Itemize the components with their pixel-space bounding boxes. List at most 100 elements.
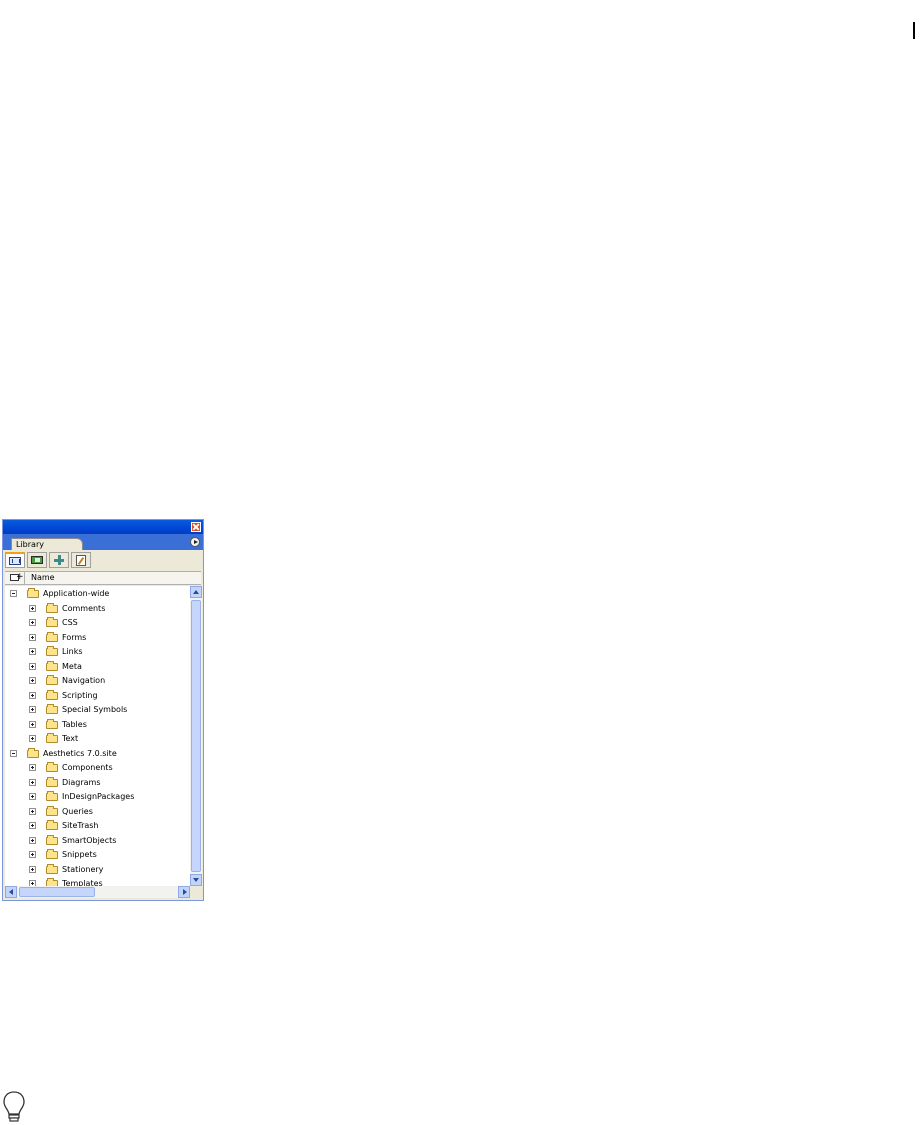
expand-icon[interactable] xyxy=(29,735,36,742)
tree-folder-item[interactable]: Meta xyxy=(5,660,190,674)
expand-icon[interactable] xyxy=(29,633,36,641)
tree-folder-item[interactable]: SmartObjects xyxy=(5,834,190,848)
folder-icon xyxy=(46,733,58,743)
collapse-icon[interactable] xyxy=(10,590,17,597)
expand-icon[interactable] xyxy=(29,778,36,786)
tree-header: Name xyxy=(5,571,201,585)
scroll-right-arrow-icon[interactable] xyxy=(178,886,190,898)
tree-item-label: Aesthetics 7.0.site xyxy=(43,748,117,758)
code-snippets-icon xyxy=(9,557,21,565)
expand-icon[interactable] xyxy=(29,836,36,844)
close-icon[interactable] xyxy=(191,522,201,532)
tree-folder-item[interactable]: Comments xyxy=(5,602,190,616)
page-edge-rule xyxy=(913,22,915,39)
panel-titlebar[interactable] xyxy=(3,520,203,534)
expand-icon[interactable] xyxy=(29,793,36,800)
scroll-up-arrow-icon[interactable] xyxy=(190,586,202,598)
expand-icon[interactable] xyxy=(29,677,36,684)
expand-icon[interactable] xyxy=(29,648,36,655)
folder-icon xyxy=(46,805,58,816)
tree-item-label: Links xyxy=(62,647,83,656)
tree-item-label: Tables xyxy=(62,719,87,729)
folder-icon xyxy=(46,689,58,700)
tree-folder-item[interactable]: Text xyxy=(5,732,190,746)
expand-icon[interactable] xyxy=(29,619,36,626)
collapse-icon[interactable] xyxy=(10,749,17,757)
column-header-name[interactable]: Name xyxy=(31,572,55,584)
scroll-left-arrow-icon[interactable] xyxy=(5,886,17,898)
tab-library[interactable]: Library xyxy=(11,538,83,550)
folder-icon xyxy=(46,762,58,772)
folder-icon xyxy=(46,791,58,801)
tree-item-label: Snippets xyxy=(62,850,97,859)
expand-icon[interactable] xyxy=(29,604,36,612)
tree-item-label: Scripting xyxy=(62,690,98,700)
tree-folder-item[interactable]: Components xyxy=(5,761,190,775)
vertical-scroll-thumb[interactable] xyxy=(191,600,201,872)
panel-menu-icon[interactable] xyxy=(190,537,200,547)
tree-folder-item[interactable]: Links xyxy=(5,645,190,659)
vertical-scrollbar[interactable] xyxy=(190,586,202,886)
code-snippets-tab[interactable] xyxy=(5,552,25,568)
library-category-tabs xyxy=(5,552,201,570)
scroll-down-arrow-icon[interactable] xyxy=(190,874,202,886)
images-tab[interactable] xyxy=(27,552,47,568)
expand-icon[interactable] xyxy=(29,807,36,815)
tree-item-label: InDesignPackages xyxy=(62,792,135,801)
tree-folder-item[interactable]: Templates xyxy=(5,877,190,886)
tree-folder-item[interactable]: SiteTrash xyxy=(5,819,190,833)
tree-folder-item[interactable]: Scripting xyxy=(5,689,190,703)
folder-icon xyxy=(27,588,39,598)
tree-folder-item[interactable]: Special Symbols xyxy=(5,703,190,717)
folder-icon xyxy=(46,631,58,642)
resize-grip-icon[interactable] xyxy=(190,886,202,898)
folder-icon xyxy=(46,646,58,656)
tree-root-item[interactable]: Application-wide xyxy=(5,587,190,601)
expand-icon[interactable] xyxy=(29,764,36,771)
tree-item-label: Components xyxy=(62,763,113,772)
expand-icon[interactable] xyxy=(29,851,36,858)
folder-icon xyxy=(27,747,39,758)
tree-item-label: Text xyxy=(62,734,79,743)
folder-icon xyxy=(46,776,58,787)
expand-icon[interactable] xyxy=(29,706,36,713)
folder-icon xyxy=(46,602,58,613)
tree-item-label: Forms xyxy=(62,632,87,642)
horizontal-scrollbar[interactable] xyxy=(5,886,190,898)
tree-folder-item[interactable]: Queries xyxy=(5,805,190,819)
expand-icon[interactable] xyxy=(29,865,36,873)
tree-folder-item[interactable]: Diagrams xyxy=(5,776,190,790)
lightbulb-icon xyxy=(3,1091,25,1122)
folder-icon xyxy=(46,704,58,714)
folder-icon xyxy=(46,675,58,685)
tree-item-label: Queries xyxy=(62,806,93,816)
expand-icon[interactable] xyxy=(29,691,36,699)
folder-icon xyxy=(46,660,58,671)
text-clips-icon xyxy=(76,555,86,566)
folder-icon xyxy=(46,820,58,830)
expand-icon[interactable] xyxy=(29,720,36,728)
panel-tabstrip: Library xyxy=(3,534,203,550)
tree-folder-item[interactable]: Forms xyxy=(5,631,190,645)
text-clips-tab[interactable] xyxy=(71,552,91,568)
expand-icon[interactable] xyxy=(29,662,36,670)
tree-item-label: Diagrams xyxy=(62,777,101,787)
components-icon xyxy=(54,555,64,565)
tree-folder-item[interactable]: Snippets xyxy=(5,848,190,862)
tree-item-label: SiteTrash xyxy=(62,821,99,830)
tree-folder-item[interactable]: Tables xyxy=(5,718,190,732)
tree-folder-item[interactable]: Navigation xyxy=(5,674,190,688)
tree-item-label: Templates xyxy=(62,879,103,886)
tree-folder-item[interactable]: InDesignPackages xyxy=(5,790,190,804)
tree-item-label: Application-wide xyxy=(43,589,110,598)
components-tab[interactable] xyxy=(49,552,69,568)
new-folder-icon[interactable] xyxy=(7,572,25,584)
horizontal-scroll-thumb[interactable] xyxy=(19,887,95,897)
folder-icon xyxy=(46,718,58,729)
tree-folder-item[interactable]: CSS xyxy=(5,616,190,630)
folder-icon xyxy=(46,849,58,859)
tree-root-item[interactable]: Aesthetics 7.0.site xyxy=(5,747,190,761)
expand-icon[interactable] xyxy=(29,822,36,829)
tree-folder-item[interactable]: Stationery xyxy=(5,863,190,877)
folder-icon xyxy=(46,617,58,627)
